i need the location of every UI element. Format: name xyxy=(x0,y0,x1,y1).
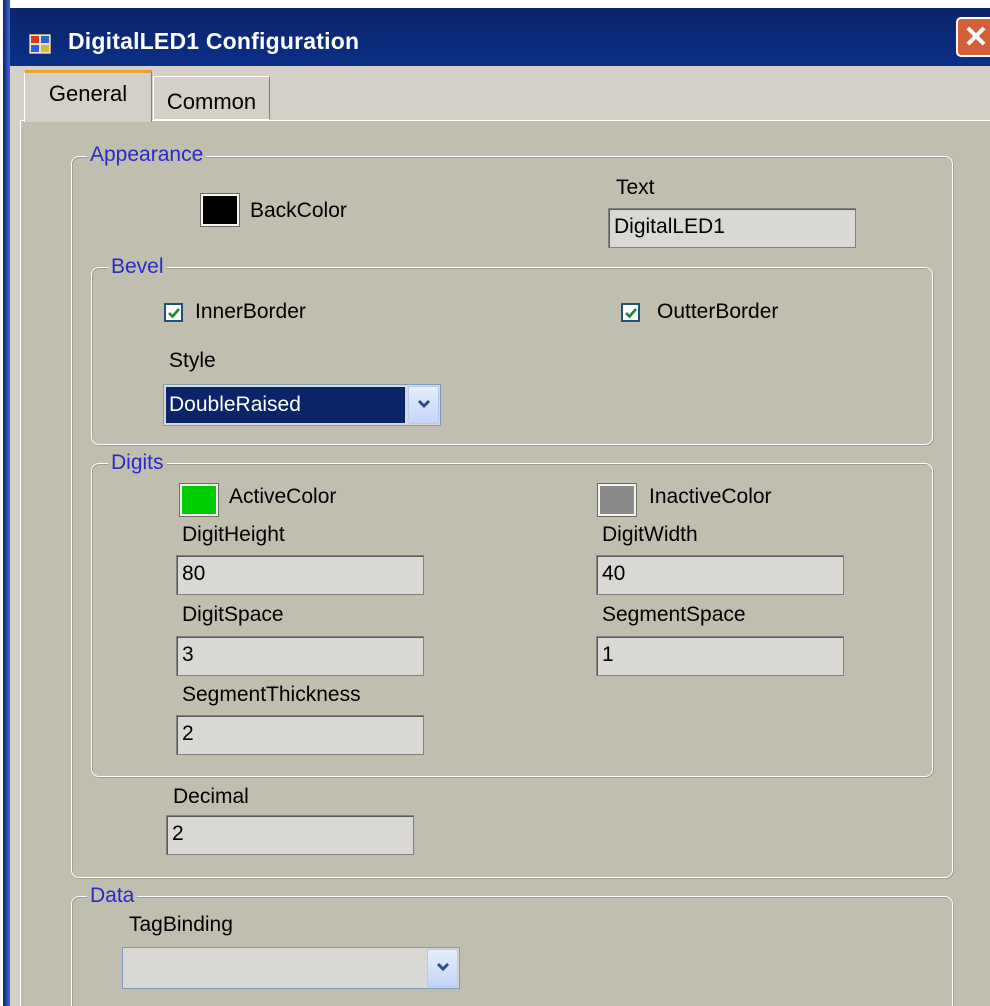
inner-border-checkbox[interactable] xyxy=(164,303,183,322)
style-selected-value: DoubleRaised xyxy=(166,387,405,423)
tab-general-label: General xyxy=(48,81,128,106)
appearance-group-label: Appearance xyxy=(87,143,207,167)
inner-border-label: InnerBorder xyxy=(195,300,306,323)
general-tab-page: Appearance BackColor Text DigitalLED1 Be… xyxy=(20,120,990,1006)
digit-width-input[interactable]: 40 xyxy=(596,555,844,595)
checkmark-icon xyxy=(625,308,637,319)
chevron-down-icon xyxy=(436,962,450,972)
tab-common[interactable]: Common xyxy=(153,76,270,120)
segment-thickness-input[interactable]: 2 xyxy=(176,715,424,755)
tab-general[interactable]: General xyxy=(24,70,152,122)
data-group-label: Data xyxy=(87,884,138,908)
segment-space-input[interactable]: 1 xyxy=(596,636,844,676)
close-button[interactable]: ✕ xyxy=(956,17,990,57)
style-dropdown-button[interactable] xyxy=(408,386,439,424)
segment-thickness-label: SegmentThickness xyxy=(182,683,361,706)
close-icon: ✕ xyxy=(963,21,989,54)
tag-binding-label: TagBinding xyxy=(129,913,233,936)
chevron-down-icon xyxy=(417,399,431,409)
inactive-color-swatch[interactable] xyxy=(598,484,636,516)
decimal-input[interactable]: 2 xyxy=(166,815,414,855)
digit-height-label: DigitHeight xyxy=(182,523,285,546)
active-color-label: ActiveColor xyxy=(229,485,337,508)
window-title: DigitalLED1 Configuration xyxy=(68,28,360,54)
text-label: Text xyxy=(616,176,655,199)
tab-strip: General Common xyxy=(10,66,990,122)
outter-border-checkbox[interactable] xyxy=(621,303,640,322)
digit-width-label: DigitWidth xyxy=(602,523,698,546)
digit-height-input[interactable]: 80 xyxy=(176,555,424,595)
tab-common-label: Common xyxy=(166,89,257,114)
tag-binding-dropdown-button[interactable] xyxy=(427,949,458,987)
segment-space-label: SegmentSpace xyxy=(602,603,746,626)
decimal-label: Decimal xyxy=(173,785,249,808)
outter-border-label: OutterBorder xyxy=(657,300,779,323)
digits-group-label: Digits xyxy=(108,451,167,475)
inactive-color-label: InactiveColor xyxy=(649,485,772,508)
digit-space-input[interactable]: 3 xyxy=(176,636,424,676)
backcolor-label: BackColor xyxy=(250,199,347,222)
app-window-icon xyxy=(28,33,52,55)
text-input[interactable]: DigitalLED1 xyxy=(608,208,856,248)
title-bar[interactable]: DigitalLED1 Configuration xyxy=(10,8,990,66)
style-label: Style xyxy=(169,349,216,372)
tag-binding-value xyxy=(125,950,424,986)
active-color-swatch[interactable] xyxy=(180,484,218,516)
digit-space-label: DigitSpace xyxy=(182,603,284,626)
configuration-dialog: DigitalLED1 Configuration ✕ General Comm… xyxy=(0,0,990,1006)
backcolor-swatch[interactable] xyxy=(201,194,239,226)
tag-binding-combobox[interactable] xyxy=(122,947,460,989)
style-combobox[interactable]: DoubleRaised xyxy=(163,384,441,426)
bevel-group-label: Bevel xyxy=(108,255,167,279)
checkmark-icon xyxy=(168,308,180,319)
window-border xyxy=(3,0,10,1006)
